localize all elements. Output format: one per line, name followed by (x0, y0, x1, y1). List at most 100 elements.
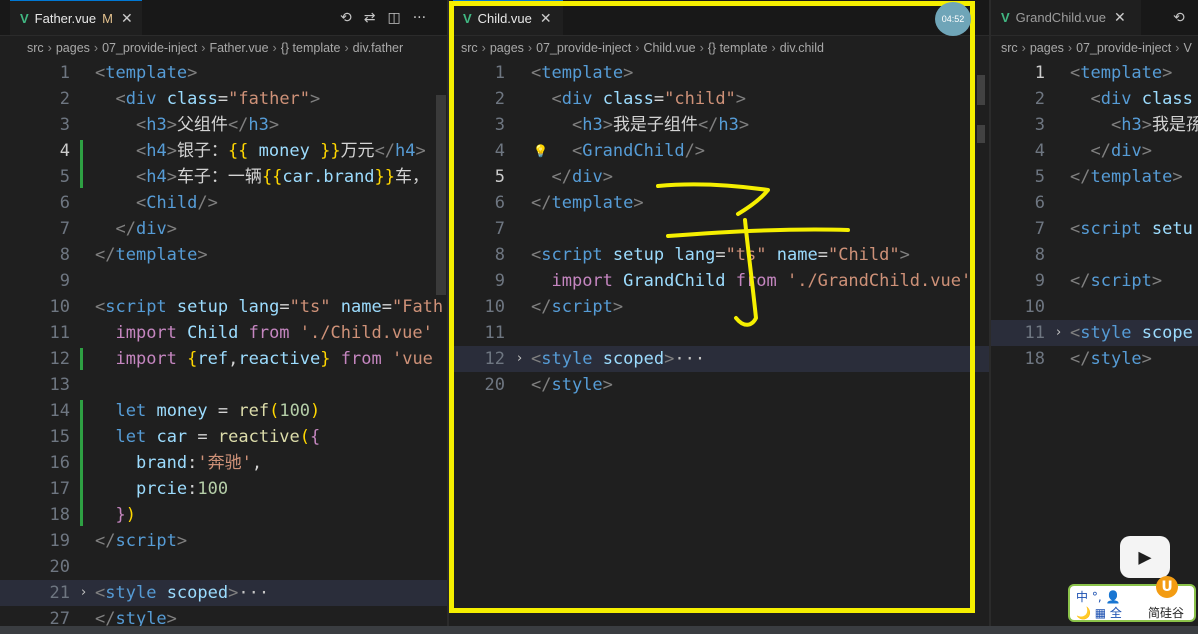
code-line[interactable]: 10 </script> (449, 294, 989, 320)
code-text: <div class="father"> (95, 86, 320, 112)
code-line[interactable]: 1 <template> (0, 60, 447, 86)
code-line[interactable]: 5 </div> (449, 164, 989, 190)
code-text: <script setu (1070, 216, 1193, 242)
code-line[interactable]: 11 import Child from './Child.vue' (0, 320, 447, 346)
split-editor-icon[interactable]: ◫ (387, 10, 400, 26)
close-icon[interactable]: ✕ (540, 10, 552, 27)
code-line[interactable]: 12 › <style scoped>··· (449, 346, 989, 372)
code-line[interactable]: 6 </template> (449, 190, 989, 216)
code-line[interactable]: 19 </script> (0, 528, 447, 554)
code-line[interactable]: 18 }) (0, 502, 447, 528)
pane-divider[interactable] (989, 0, 991, 634)
code-line[interactable]: 20 </style> (449, 372, 989, 398)
code-line[interactable]: 9 </script> (991, 268, 1198, 294)
code-line[interactable]: 2 <div class="father"> (0, 86, 447, 112)
tab-father-vue[interactable]: V Father.vue M ✕ (10, 0, 142, 35)
tab-grandchild-vue[interactable]: V GrandChild.vue ✕ (991, 0, 1141, 35)
code-line[interactable]: 1 <template> (449, 60, 989, 86)
code-line[interactable]: 18 </style> (991, 346, 1198, 372)
code-token: car (156, 427, 188, 447)
breadcrumb-item[interactable]: 07_provide-inject (1076, 41, 1171, 55)
scrollbar-child-lower[interactable] (977, 125, 985, 143)
breadcrumb-item[interactable]: div.child (780, 41, 824, 55)
breadcrumb-item[interactable]: src (1001, 41, 1018, 55)
fold-chevron-icon[interactable]: › (1056, 320, 1061, 346)
code-text: <template> (1070, 60, 1172, 86)
code-line[interactable]: 7 </div> (0, 216, 447, 242)
code-line[interactable]: 20 (0, 554, 447, 580)
close-icon[interactable]: ✕ (121, 10, 133, 27)
code-line[interactable]: 9 (0, 268, 447, 294)
code-line[interactable]: 8 <script setup lang="ts" name="Child"> (449, 242, 989, 268)
breadcrumb-item[interactable]: V (1183, 41, 1191, 55)
code-line[interactable]: 21 › <style scoped>··· (0, 580, 447, 606)
fold-chevron-icon[interactable]: › (81, 580, 86, 606)
scrollbar-child[interactable] (977, 75, 985, 105)
code-token: > (176, 531, 188, 551)
code-line[interactable]: 3 <h3>父组件</h3> (0, 112, 447, 138)
timeline-icon[interactable]: ⟲ (1173, 10, 1185, 26)
breadcrumb-item[interactable]: Father.vue (209, 41, 268, 55)
code-line[interactable]: 6 (991, 190, 1198, 216)
code-line[interactable]: 6 <Child/> (0, 190, 447, 216)
code-line[interactable]: 15 let car = reactive({ (0, 424, 447, 450)
code-line[interactable]: 10 (991, 294, 1198, 320)
code-line[interactable]: 5 <h4>车子：一辆{{car.brand}}车， (0, 164, 447, 190)
code-line[interactable]: 11 › <style scope (991, 320, 1198, 346)
breadcrumb-item[interactable]: pages (56, 41, 90, 55)
code-line[interactable]: 4 <h4>银子：{{ money }}万元</h4> (0, 138, 447, 164)
pane-divider[interactable] (447, 0, 449, 634)
fold-chevron-icon[interactable]: › (517, 346, 522, 372)
code-line[interactable]: 4 </div> (991, 138, 1198, 164)
breadcrumb-item[interactable]: 07_provide-inject (536, 41, 631, 55)
timeline-icon[interactable]: ⟲ (340, 10, 352, 26)
more-actions-icon[interactable]: ··· (413, 10, 426, 26)
git-change-marker[interactable] (80, 140, 83, 188)
code-token: > (268, 115, 280, 135)
code-line[interactable]: 2 <div class (991, 86, 1198, 112)
code-line[interactable]: 1 <template> (991, 60, 1198, 86)
tab-child-vue[interactable]: V Child.vue ✕ (453, 0, 563, 35)
breadcrumb-item[interactable]: src (27, 41, 44, 55)
breadcrumb-item[interactable]: src (461, 41, 478, 55)
code-token: /> (197, 193, 218, 213)
breadcrumb-item[interactable]: Child.vue (643, 41, 695, 55)
code-line[interactable]: 5 </template> (991, 164, 1198, 190)
scrollbar-father[interactable] (436, 95, 446, 295)
code-line[interactable]: 8 (991, 242, 1198, 268)
code-line[interactable]: 14 let money = ref(100) (0, 398, 447, 424)
code-line[interactable]: 13 (0, 372, 447, 398)
git-change-marker[interactable] (80, 348, 83, 370)
code-line[interactable]: 7 <script setu (991, 216, 1198, 242)
code-line[interactable]: 3 <h3>我是子组件</h3> (449, 112, 989, 138)
code-token: </ (227, 115, 249, 135)
breadcrumb-item[interactable]: pages (1030, 41, 1064, 55)
code-line[interactable]: 12 import {ref,reactive} from 'vue (0, 346, 447, 372)
breadcrumb-item[interactable]: div.father (353, 41, 404, 55)
code-line[interactable]: 8 </template> (0, 242, 447, 268)
code-line[interactable]: 11 (449, 320, 989, 346)
code-line[interactable]: 4 💡 <GrandChild/> (449, 138, 989, 164)
code-line[interactable]: 10 <script setup lang="ts" name="Fath (0, 294, 447, 320)
git-change-marker[interactable] (80, 400, 83, 526)
code-line[interactable]: 2 <div class="child"> (449, 86, 989, 112)
breadcrumb-item[interactable]: pages (490, 41, 524, 55)
code-line[interactable]: 3 <h3>我是孫 (991, 112, 1198, 138)
code-token: < (551, 89, 562, 109)
code-line[interactable]: 9 import GrandChild from './GrandChild.v… (449, 268, 989, 294)
code-token: money (156, 401, 208, 421)
code-line[interactable]: 17 prcie:100 (0, 476, 447, 502)
close-icon[interactable]: ✕ (1114, 9, 1126, 26)
compare-changes-icon[interactable]: ⇄ (364, 10, 376, 26)
code-token: ) (125, 505, 136, 525)
code-line[interactable]: 7 (449, 216, 989, 242)
line-number: 2 (1034, 89, 1045, 109)
ime-toolbar[interactable]: U 中 °, 👤 🌙 ▦ 全 简硅谷 (1068, 576, 1196, 622)
breadcrumb-item[interactable]: {} template (708, 41, 768, 55)
breadcrumb-item[interactable]: {} template (281, 41, 341, 55)
code-line[interactable]: 16 brand:'奔驰', (0, 450, 447, 476)
breadcrumb-item[interactable]: 07_provide-inject (102, 41, 197, 55)
